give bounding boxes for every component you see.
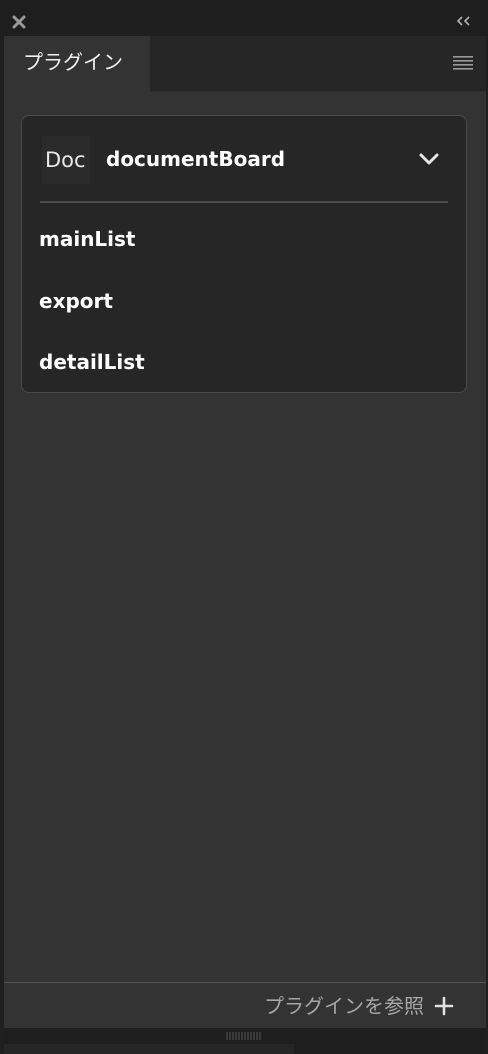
plugins-panel: プラグイン Doc documentBoard mainList export … xyxy=(0,0,488,1054)
panel-content: Doc documentBoard mainList export detail… xyxy=(4,92,486,982)
document-card: Doc documentBoard mainList export detail… xyxy=(21,115,467,393)
document-title: documentBoard xyxy=(106,147,286,171)
tab-plugins-label: プラグイン xyxy=(23,50,123,74)
list-item-detaillist[interactable]: detailList xyxy=(39,347,145,377)
tab-bar: プラグイン xyxy=(4,36,486,92)
list-item-export[interactable]: export xyxy=(39,286,113,316)
horizontal-scrollbar[interactable] xyxy=(4,1044,294,1054)
double-chevron-left-icon[interactable] xyxy=(456,14,472,28)
chevron-down-icon[interactable] xyxy=(418,152,440,166)
document-icon: Doc xyxy=(42,136,90,184)
plus-icon[interactable] xyxy=(434,996,454,1016)
tab-plugins[interactable]: プラグイン xyxy=(4,36,150,92)
close-icon[interactable] xyxy=(10,13,28,31)
card-divider xyxy=(40,201,448,203)
resize-grip-icon[interactable] xyxy=(225,1032,263,1040)
browse-plugins-link[interactable]: プラグインを参照 xyxy=(264,991,424,1021)
hamburger-menu-icon[interactable] xyxy=(453,54,473,70)
panel-footer: プラグインを参照 xyxy=(4,982,486,1028)
document-card-header[interactable]: Doc documentBoard xyxy=(22,116,466,202)
panel-titlebar xyxy=(0,0,488,36)
list-item-mainlist[interactable]: mainList xyxy=(39,224,136,254)
panel-bottom-strip xyxy=(4,1028,486,1054)
